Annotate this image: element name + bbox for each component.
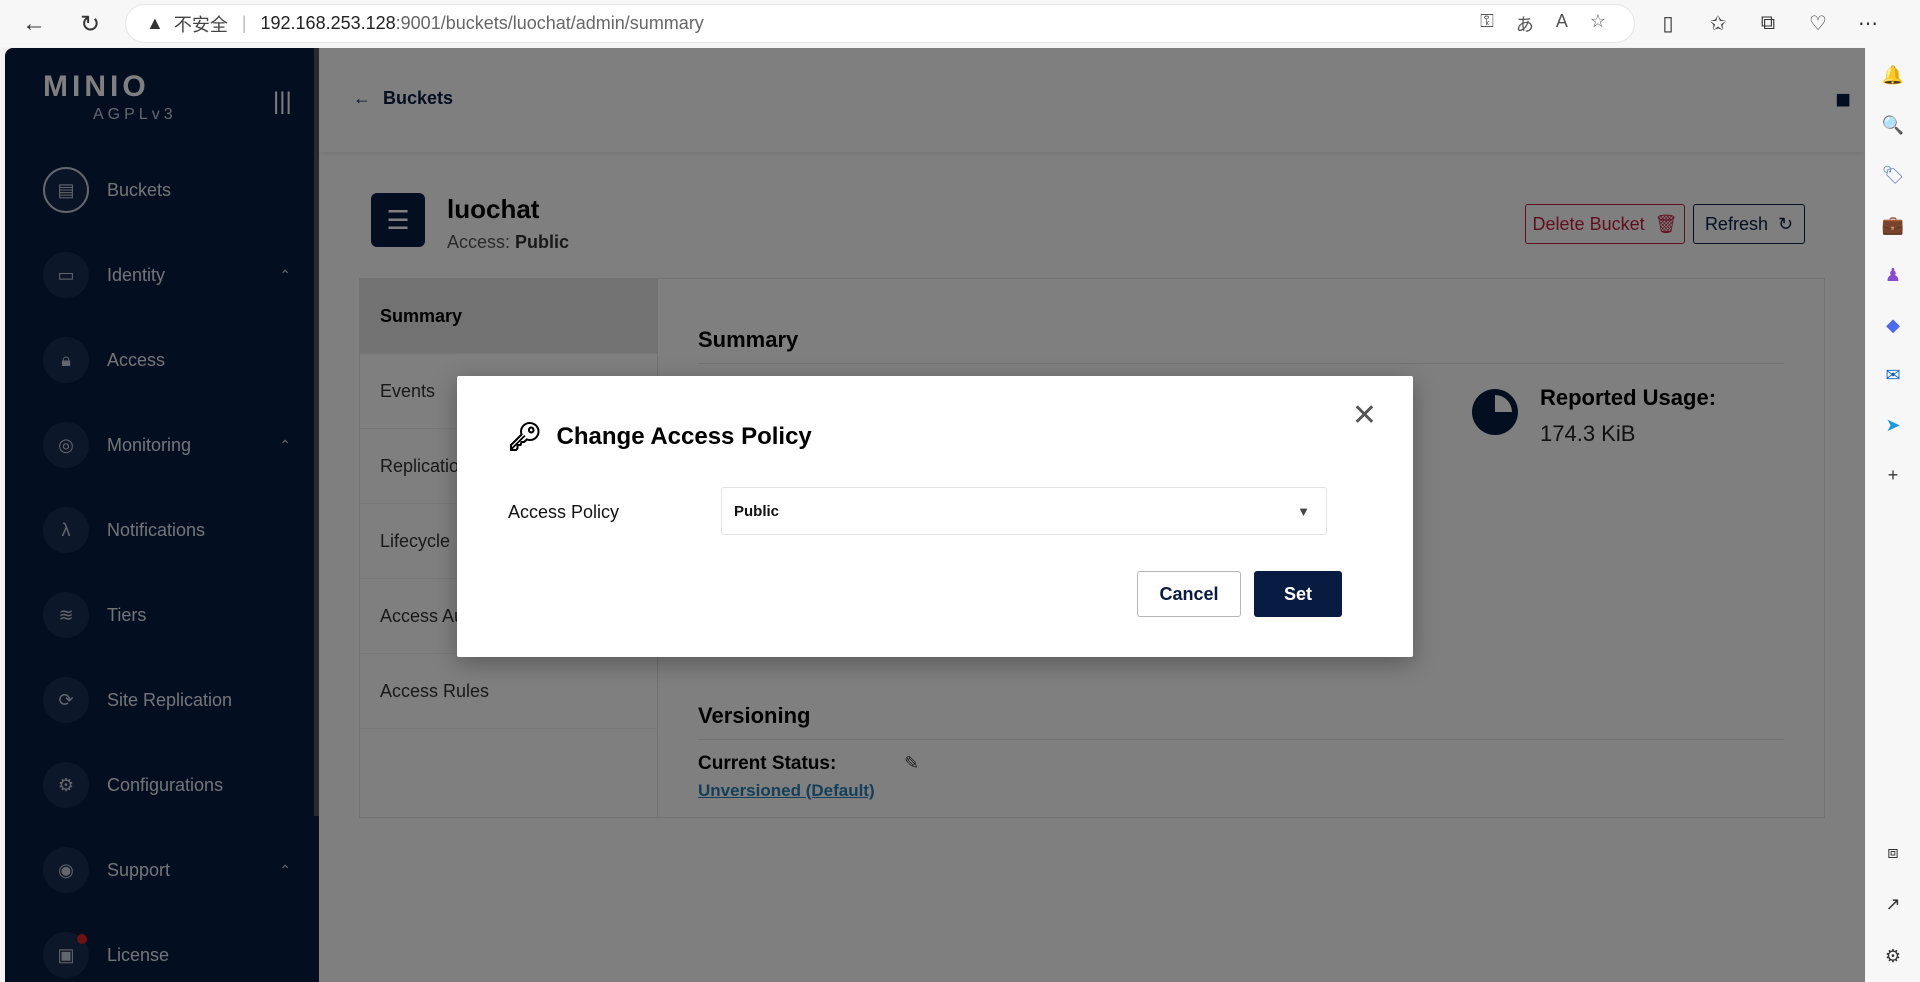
selected-policy: Public: [734, 502, 780, 520]
favorites-icon[interactable]: ✩: [1700, 4, 1736, 42]
url-host: 192.168.253.128: [260, 13, 396, 33]
send-icon[interactable]: ➤: [1879, 411, 1907, 439]
games-icon[interactable]: ♟: [1879, 261, 1907, 289]
translate-icon[interactable]: あ: [1516, 11, 1534, 37]
set-button[interactable]: Set: [1254, 571, 1342, 617]
screenshot-icon[interactable]: ⧈: [1879, 838, 1907, 866]
chevron-down-icon: ▼: [1297, 504, 1310, 519]
health-icon[interactable]: ♡: [1800, 4, 1836, 42]
bell-icon[interactable]: 🔔: [1879, 61, 1907, 89]
outlook-icon[interactable]: ✉: [1879, 361, 1907, 389]
external-link-icon[interactable]: ↗: [1879, 890, 1907, 918]
back-arrow-icon[interactable]: ←: [14, 4, 54, 44]
browser-toolbar: ← ↻ ▲ 不安全 | 192.168.253.128:9001/buckets…: [0, 0, 1920, 47]
browser-edge-bottom: ⧈ ↗ ⚙: [1866, 838, 1920, 970]
warning-icon: ▲: [146, 13, 164, 33]
change-access-policy-dialog: 🔑︎ Change Access Policy ✕ Access Policy …: [457, 376, 1413, 657]
settings-gear-icon[interactable]: ⚙: [1879, 942, 1907, 970]
read-aloud-icon[interactable]: A: [1556, 11, 1568, 37]
access-policy-select[interactable]: Public ▼: [721, 487, 1327, 535]
more-icon[interactable]: ⋯: [1850, 4, 1886, 42]
close-icon[interactable]: ✕: [1352, 398, 1377, 433]
address-bar[interactable]: ▲ 不安全 | 192.168.253.128:9001/buckets/luo…: [126, 5, 1634, 42]
collections-icon[interactable]: ⧉: [1750, 4, 1786, 42]
search-icon[interactable]: 🔍: [1879, 111, 1907, 139]
favorite-star-icon[interactable]: ☆: [1590, 11, 1606, 37]
access-policy-label: Access Policy: [508, 502, 620, 522]
toolbox-icon[interactable]: 💼: [1879, 211, 1907, 239]
url-path: :9001/buckets/luochat/admin/summary: [395, 13, 704, 33]
dialog-title: 🔑︎ Change Access Policy: [507, 420, 812, 453]
dialog-title-text: Change Access Policy: [556, 422, 812, 450]
key-icon: 🔑︎: [507, 421, 543, 452]
key-icon[interactable]: ⚿: [1480, 11, 1494, 37]
address-separator: |: [241, 13, 247, 33]
copilot-icon[interactable]: ◆: [1879, 311, 1907, 339]
reload-icon[interactable]: ↻: [70, 4, 110, 44]
split-screen-icon[interactable]: ▯: [1650, 4, 1686, 42]
address-bar-icons: ⚿ あ A ☆: [1480, 11, 1606, 37]
security-label: 不安全: [173, 14, 228, 35]
add-icon[interactable]: +: [1879, 461, 1907, 489]
cancel-button[interactable]: Cancel: [1137, 571, 1241, 617]
tag-icon[interactable]: 🏷: [1879, 161, 1907, 189]
browser-tool-icons: ▯ ✩ ⧉ ♡ ⋯: [1650, 4, 1886, 42]
